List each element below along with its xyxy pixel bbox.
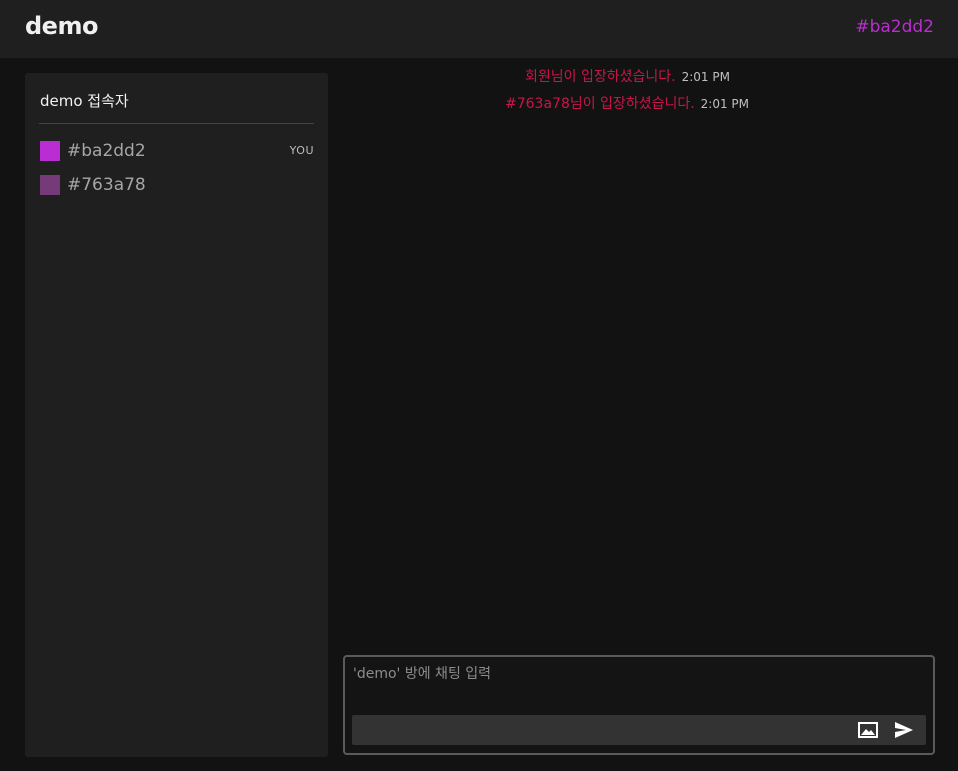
divider — [39, 123, 314, 124]
participant-item[interactable]: #763a78 — [40, 174, 314, 196]
user-color-swatch — [40, 175, 60, 195]
participants-title: demo 접속자 — [40, 92, 129, 110]
participants-panel: demo 접속자 #ba2dd2 YOU #763a78 — [25, 73, 328, 757]
message-time: 2:01 PM — [681, 70, 730, 84]
chat-composer — [343, 655, 935, 755]
image-icon[interactable] — [857, 719, 879, 741]
message-time: 2:01 PM — [700, 97, 750, 111]
user-color-swatch — [40, 141, 60, 161]
app-header: demo #ba2dd2 — [0, 0, 958, 58]
system-message: 회원님이 입장하셨습니다. 2:01 PM — [525, 66, 730, 86]
message-list: 회원님이 입장하셨습니다. 2:01 PM #763a78님이 입장하셨습니다. 2… — [343, 62, 935, 642]
current-user-label: #ba2dd2 — [855, 17, 934, 37]
system-message: #763a78님이 입장하셨습니다. 2:01 PM — [505, 93, 749, 113]
participant-item[interactable]: #ba2dd2 YOU — [40, 140, 314, 162]
participant-name: #763a78 — [67, 175, 146, 195]
system-message-text: 회원님이 입장하셨습니다. — [525, 69, 676, 85]
send-icon[interactable] — [893, 719, 915, 741]
room-title: demo — [25, 12, 98, 40]
composer-toolbar — [352, 715, 926, 745]
chat-input[interactable] — [353, 663, 923, 711]
you-badge: YOU — [289, 144, 314, 157]
system-message-text: #763a78님이 입장하셨습니다. — [505, 96, 695, 112]
participant-name: #ba2dd2 — [67, 141, 146, 161]
